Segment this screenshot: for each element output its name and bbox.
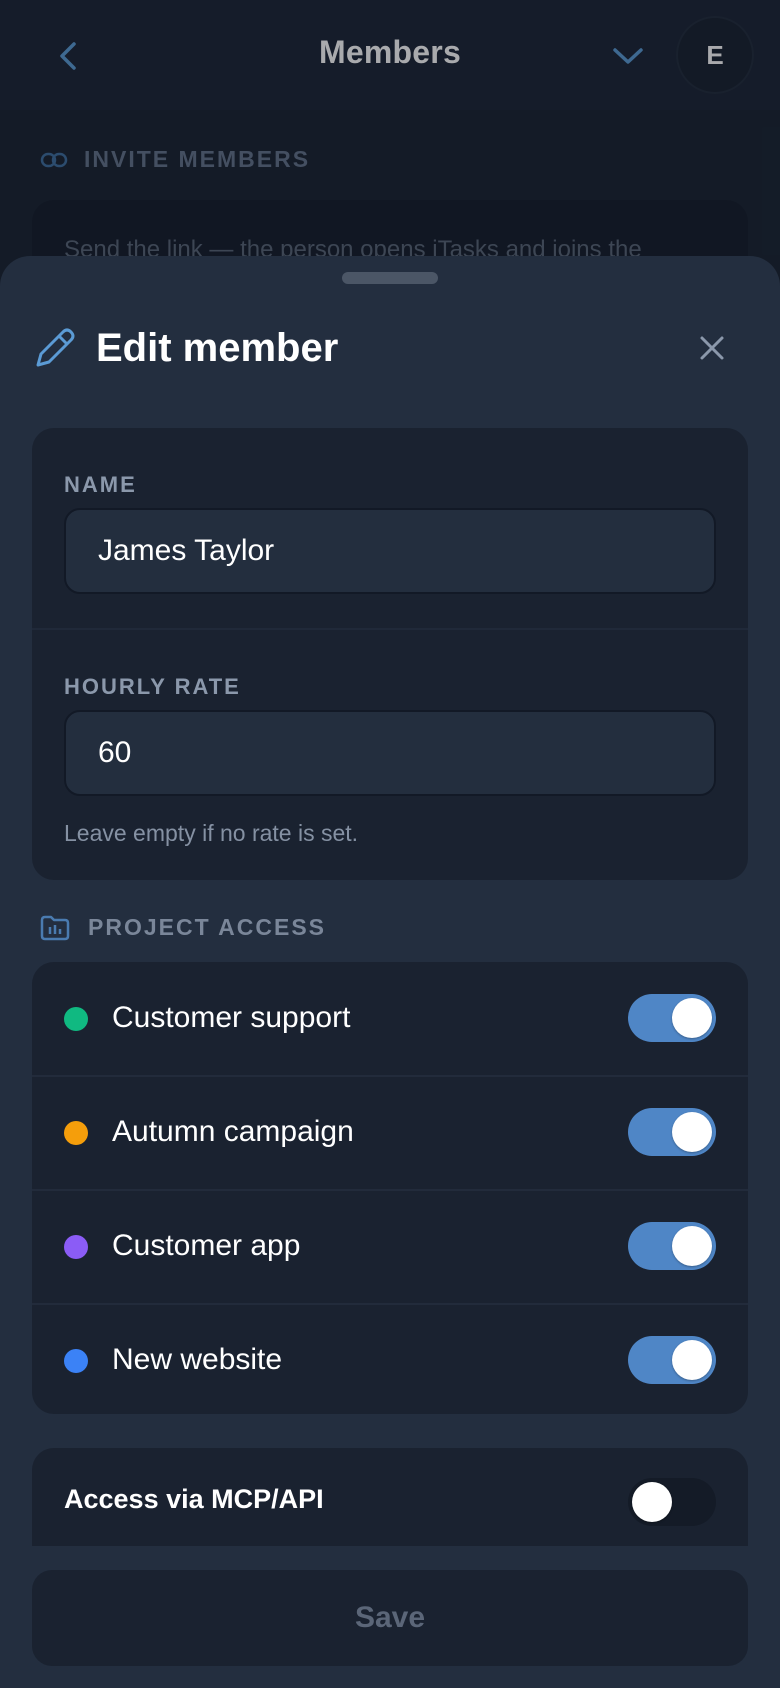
name-input[interactable] [64,508,716,594]
toggle-knob [672,1226,712,1266]
toggle-knob [672,1112,712,1152]
project-color-dot [64,1235,88,1259]
project-row: New website [32,1304,748,1414]
member-form-card: NAME HOURLY RATE Leave empty if no rate … [32,428,748,880]
project-name: Autumn campaign [112,1115,354,1148]
hourly-rate-input[interactable] [64,710,716,796]
sheet-header: Edit member [32,318,338,378]
sheet-grabber[interactable] [342,272,438,284]
sheet-footer: Save [0,1546,780,1688]
project-access-toggle[interactable] [628,1336,716,1384]
toggle-knob [672,1340,712,1380]
mcp-access-toggle[interactable] [628,1478,716,1526]
mcp-access-label: Access via MCP/API [64,1484,324,1514]
project-color-dot [64,1121,88,1145]
project-name: New website [112,1343,283,1376]
name-label: NAME [64,472,137,497]
project-row: Customer support [32,962,748,1076]
close-button[interactable] [690,326,734,370]
project-access-header: PROJECT ACCESS [40,914,326,941]
project-access-toggle[interactable] [628,1108,716,1156]
hourly-rate-label: HOURLY RATE [64,674,241,699]
sheet-title: Edit member [96,325,339,370]
project-access-label: PROJECT ACCESS [88,914,327,940]
project-row: Customer app [32,1190,748,1304]
project-name: Customer support [112,1001,351,1034]
toggle-knob [672,998,712,1038]
project-access-toggle[interactable] [628,994,716,1042]
folder-chart-icon [40,915,70,940]
project-row: Autumn campaign [32,1076,748,1190]
toggle-knob [632,1482,672,1522]
field-divider [32,628,748,630]
project-name: Customer app [112,1229,301,1262]
hourly-rate-hint: Leave empty if no rate is set. [64,820,359,846]
project-color-dot [64,1349,88,1373]
project-access-card: Customer support Autumn campaign Custome… [32,962,748,1414]
project-access-toggle[interactable] [628,1222,716,1270]
save-button[interactable]: Save [32,1570,748,1666]
pencil-icon [36,328,75,367]
screen: Members E INVITE MEMBERS Send the link —… [0,0,780,1688]
close-icon [700,336,724,360]
project-color-dot [64,1007,88,1031]
edit-member-sheet: Edit member NAME HOURLY RATE Leave empty… [0,256,780,1688]
